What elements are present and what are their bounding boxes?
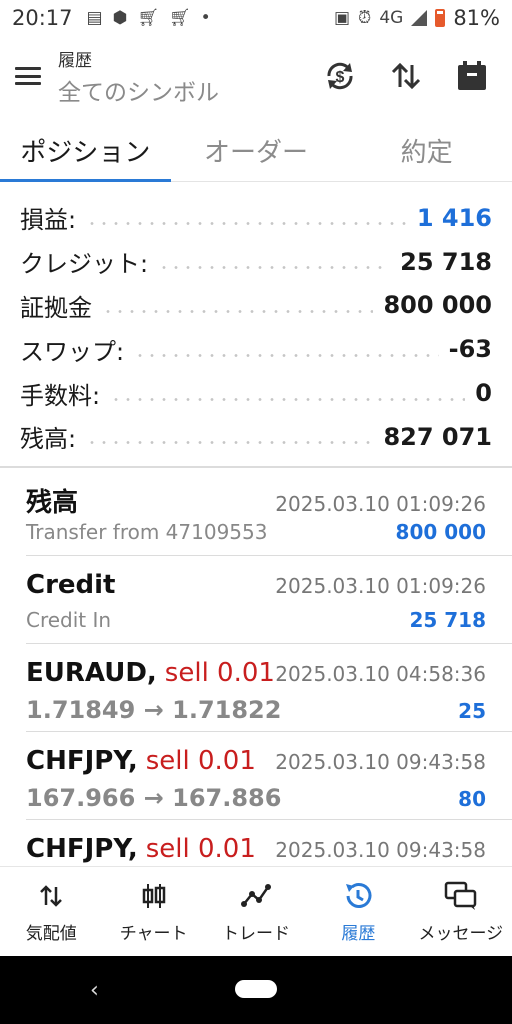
item-title: Credit bbox=[26, 570, 116, 600]
hamburger-icon bbox=[15, 67, 41, 85]
account-summary: 損益: 1 416 クレジット: 25 718 証拠金 800 000 スワップ… bbox=[20, 196, 492, 459]
item-amount: 800 000 bbox=[395, 520, 486, 544]
nav-label: 気配値 bbox=[25, 924, 77, 944]
tab-bar: ポジション オーダー 約定 bbox=[0, 120, 512, 182]
cart-icon: 🛒︎ bbox=[137, 8, 160, 28]
nav-quotes[interactable]: 気配値 bbox=[0, 867, 102, 956]
item-symbol: CHFJPY, bbox=[26, 746, 138, 776]
list-item[interactable]: CHFJPY, sell 0.01 2025.03.10 09:43:58 16… bbox=[26, 732, 512, 820]
item-time: 2025.03.10 01:09:26 bbox=[275, 492, 486, 516]
calendar-icon bbox=[458, 61, 486, 90]
status-time: 20:17 bbox=[12, 6, 73, 30]
bottom-navigation: 気配値 チャート トレード 履歴 メッセージ bbox=[0, 866, 512, 956]
history-list: 残高 2025.03.10 01:09:26 Transfer from 471… bbox=[0, 468, 512, 908]
nav-label: チャート bbox=[119, 924, 188, 944]
item-symbol: EURAUD, bbox=[26, 658, 157, 688]
status-bar: 20:17 ▤ ⬢ 🛒︎ 🛒︎ • ▣ ⏰︎ 4G 81% bbox=[0, 0, 512, 36]
box-icon: ⬢ bbox=[112, 8, 128, 28]
commission-label: 手数料: bbox=[20, 381, 101, 410]
trade-line-icon bbox=[239, 879, 273, 913]
summary-swap-row: スワップ: -63 bbox=[20, 327, 492, 371]
signal-icon bbox=[411, 10, 428, 26]
candlestick-icon bbox=[137, 879, 171, 913]
nav-label: メッセージ bbox=[418, 924, 504, 944]
item-title: 残高 bbox=[26, 488, 79, 518]
system-nav-bar: ‹ bbox=[0, 956, 512, 1024]
nav-trade[interactable]: トレード bbox=[205, 867, 307, 956]
home-pill[interactable] bbox=[235, 980, 277, 998]
summary-deposit-row: 証拠金 800 000 bbox=[20, 284, 492, 328]
nav-label: 履歴 bbox=[341, 924, 376, 944]
notification-icons: ▤ ⬢ 🛒︎ 🛒︎ • bbox=[87, 8, 211, 28]
symbol-filter: 全てのシンボル bbox=[58, 79, 219, 106]
history-clock-icon bbox=[341, 879, 375, 913]
calendar-button[interactable] bbox=[452, 56, 492, 96]
item-time: 2025.03.10 01:09:26 bbox=[275, 574, 486, 598]
alarm-icon: ⏰︎ bbox=[358, 8, 372, 28]
currency-refresh-button[interactable]: $ bbox=[320, 56, 360, 96]
item-amount: 25 718 bbox=[409, 608, 486, 632]
dot-icon: • bbox=[200, 8, 211, 28]
item-amount: 80 bbox=[458, 787, 486, 811]
menu-button[interactable] bbox=[0, 48, 56, 104]
page-title: 履歴 bbox=[58, 50, 92, 71]
balance-label: 残高: bbox=[20, 425, 77, 454]
item-amount: 25 bbox=[458, 699, 486, 723]
list-item[interactable]: 残高 2025.03.10 01:09:26 Transfer from 471… bbox=[26, 468, 512, 556]
quotes-arrows-icon bbox=[34, 879, 68, 913]
summary-credit-row: クレジット: 25 718 bbox=[20, 240, 492, 284]
battery-icon bbox=[435, 9, 446, 27]
item-comment: Credit In bbox=[26, 608, 112, 632]
nav-chart[interactable]: チャート bbox=[102, 867, 204, 956]
item-side: sell 0.01 bbox=[164, 658, 275, 688]
summary-commission-row: 手数料: 0 bbox=[20, 371, 492, 415]
tab-deals[interactable]: 約定 bbox=[341, 120, 512, 181]
item-prices: 167.966 → 167.886 bbox=[26, 784, 282, 812]
swap-value: -63 bbox=[448, 335, 492, 364]
mail-icon: ▤ bbox=[86, 8, 103, 28]
item-time: 2025.03.10 09:43:58 bbox=[275, 750, 486, 774]
item-comment: Transfer from 47109553 bbox=[26, 520, 268, 544]
item-symbol: CHFJPY, bbox=[26, 834, 138, 864]
nav-messages[interactable]: メッセージ bbox=[410, 867, 512, 956]
summary-balance-row: 残高: 827 071 bbox=[20, 415, 492, 459]
credit-value: 25 718 bbox=[400, 247, 492, 276]
sort-arrows-icon bbox=[391, 62, 421, 90]
list-item[interactable]: Credit 2025.03.10 01:09:26 Credit In 25 … bbox=[26, 556, 512, 644]
item-prices: 1.71849 → 1.71822 bbox=[26, 696, 282, 724]
app-bar: 履歴 全てのシンボル $ bbox=[0, 36, 512, 116]
item-time: 2025.03.10 09:43:58 bbox=[275, 838, 486, 862]
item-side: sell 0.01 bbox=[145, 746, 256, 776]
nav-history[interactable]: 履歴 bbox=[307, 867, 409, 956]
vibrate-icon: ▣ bbox=[333, 8, 351, 28]
credit-label: クレジット: bbox=[20, 250, 149, 279]
balance-value: 827 071 bbox=[383, 422, 492, 451]
profit-label: 損益: bbox=[20, 206, 77, 235]
title-block[interactable]: 履歴 全てのシンボル bbox=[58, 46, 219, 107]
back-icon[interactable]: ‹ bbox=[90, 978, 99, 1003]
battery-percent: 81% bbox=[453, 6, 500, 30]
messages-icon bbox=[444, 879, 478, 913]
nav-label: トレード bbox=[222, 924, 291, 944]
deposit-label: 証拠金 bbox=[20, 293, 92, 322]
profit-value: 1 416 bbox=[416, 203, 492, 232]
currency-sync-icon: $ bbox=[327, 62, 353, 90]
network-label: 4G bbox=[379, 8, 404, 28]
svg-text:$: $ bbox=[336, 69, 345, 86]
item-side: sell 0.01 bbox=[145, 834, 256, 864]
swap-label: スワップ: bbox=[20, 337, 125, 366]
summary-profit-row: 損益: 1 416 bbox=[20, 196, 492, 240]
tab-orders[interactable]: オーダー bbox=[171, 120, 342, 181]
commission-value: 0 bbox=[475, 379, 492, 408]
item-time: 2025.03.10 04:58:36 bbox=[275, 662, 486, 686]
cart-icon-2: 🛒︎ bbox=[169, 8, 191, 28]
tab-positions[interactable]: ポジション bbox=[0, 120, 171, 182]
sort-button[interactable] bbox=[386, 56, 426, 96]
list-item[interactable]: EURAUD, sell 0.01 2025.03.10 04:58:36 1.… bbox=[26, 644, 512, 732]
deposit-value: 800 000 bbox=[383, 291, 492, 320]
